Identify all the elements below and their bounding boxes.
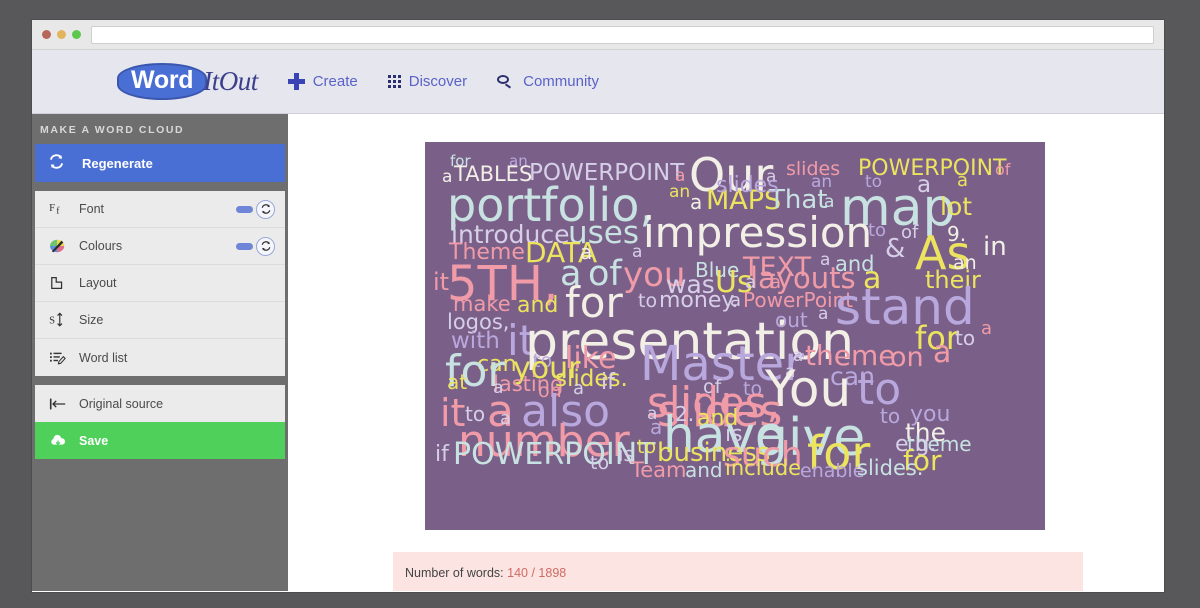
colours-controls: [236, 236, 275, 256]
layout-icon: [49, 275, 79, 291]
word-count-label: Number of words:: [405, 566, 504, 580]
save-button[interactable]: Save: [35, 422, 285, 459]
url-bar[interactable]: [91, 25, 1154, 44]
page-body: MAKE A WORD CLOUD Regenerate F f Font Co…: [32, 114, 1164, 591]
sidebar-title: MAKE A WORD CLOUD: [40, 124, 185, 136]
cloud-word: slides: [716, 173, 779, 198]
logo-word-text: Word: [117, 63, 208, 100]
nav-item-create[interactable]: Create: [287, 73, 358, 90]
info-panel: Number of words: 140 / 1898 The followin…: [393, 552, 1083, 591]
word-count-value: 140 / 1898: [507, 566, 567, 580]
sidebar-item-original-source[interactable]: Original source: [35, 385, 285, 422]
logo-itout-text: ItOut: [203, 66, 258, 96]
cloud-word: at: [447, 370, 468, 394]
cloud-word: money.: [659, 288, 739, 313]
close-window-button[interactable]: [42, 30, 51, 39]
sidebar-item-size[interactable]: S Size: [35, 302, 285, 339]
return-icon: [49, 397, 79, 411]
cloud-word: Team: [631, 458, 687, 482]
refresh-icon: [49, 154, 64, 172]
cloud-word: &: [885, 234, 906, 264]
sidebar-label-size: Size: [79, 313, 104, 327]
cloud-download-icon: [49, 434, 79, 448]
browser-titlebar: [32, 20, 1164, 50]
svg-text:F: F: [49, 203, 55, 214]
cloud-word: of: [995, 160, 1011, 179]
palette-icon: [49, 238, 79, 254]
plus-icon: [287, 73, 305, 90]
svg-text:S: S: [49, 316, 55, 327]
cloud-word: an: [953, 252, 977, 274]
colours-refresh-icon[interactable]: [256, 236, 275, 256]
nav-label-discover: Discover: [408, 73, 468, 90]
grid-icon: [387, 75, 401, 88]
font-controls: [236, 199, 275, 219]
sidebar-label-font: Font: [79, 202, 105, 216]
regenerate-label: Regenerate: [82, 155, 153, 171]
sidebar-item-word-list[interactable]: Word list: [35, 339, 285, 376]
cloud-word: a: [650, 415, 663, 439]
cloud-word: a: [981, 318, 993, 339]
font-toggle[interactable]: [236, 205, 253, 213]
cloud-word: out: [775, 308, 808, 332]
cloud-word: to: [880, 404, 901, 428]
cloud-word: a: [730, 290, 742, 311]
regenerate-button[interactable]: Regenerate: [35, 144, 285, 182]
sidebar-label-colours: Colours: [79, 239, 123, 253]
content-area: for an a TABLES POWERPOINT a Our a slides POWERPO…: [288, 114, 1164, 591]
nav-item-community[interactable]: Community: [497, 73, 599, 90]
cloud-word: and: [685, 458, 723, 482]
wordlist-icon: [49, 350, 79, 366]
save-label: Save: [79, 433, 109, 448]
sidebar-save-group: Original source Save: [35, 385, 285, 459]
cloud-word: to: [590, 452, 610, 474]
cloud-word: lot: [940, 192, 973, 221]
size-icon: S: [49, 312, 79, 328]
sidebar-label-word-list: Word list: [79, 350, 128, 365]
cloud-word: in: [983, 232, 1007, 262]
svg-text:f: f: [56, 205, 60, 216]
cloud-word: a: [818, 304, 829, 324]
colours-toggle[interactable]: [236, 242, 253, 250]
main-navigation: Create Discover Community: [287, 73, 599, 90]
browser-window: Word ItOut Create Discover Community MAK…: [32, 20, 1164, 592]
font-icon: F f: [49, 201, 79, 217]
cloud-word: a: [933, 335, 952, 370]
sidebar: MAKE A WORD CLOUD Regenerate F f Font Co…: [32, 114, 288, 591]
cloud-word: a: [957, 170, 969, 191]
nav-label-community: Community: [523, 73, 599, 90]
minimize-window-button[interactable]: [57, 30, 66, 39]
sidebar-item-layout[interactable]: Layout: [35, 265, 285, 302]
word-cloud-image[interactable]: for an a TABLES POWERPOINT a Our a slides POWERPO…: [425, 142, 1045, 530]
sidebar-options-group: F f Font Colours Layout S Size Word list: [35, 191, 285, 376]
screen: Word ItOut Create Discover Community MAK…: [0, 0, 1200, 608]
nav-item-discover[interactable]: Discover: [387, 73, 468, 90]
cloud-word: to: [637, 436, 657, 458]
chat-icon: [497, 74, 515, 89]
sidebar-label-original-source: Original source: [79, 396, 164, 411]
cloud-word: to: [868, 220, 887, 241]
sidebar-item-font[interactable]: F f Font: [35, 191, 285, 228]
sidebar-item-colours[interactable]: Colours: [35, 228, 285, 265]
cloud-word: an: [669, 182, 691, 202]
word-count-line: Number of words: 140 / 1898: [405, 566, 1083, 580]
font-refresh-icon[interactable]: [256, 199, 275, 219]
site-header: Word ItOut Create Discover Community: [32, 50, 1164, 114]
cloud-word: if: [435, 442, 449, 467]
maximize-window-button[interactable]: [72, 30, 81, 39]
worditout-logo[interactable]: Word ItOut: [117, 63, 258, 100]
cloud-word: enable: [800, 460, 865, 482]
nav-label-create: Create: [312, 73, 358, 90]
cloud-word: slides.: [857, 456, 924, 480]
cloud-word: impression: [643, 208, 873, 257]
cloud-word: to: [638, 290, 658, 312]
cloud-word: to: [955, 326, 976, 350]
cloud-word: an: [811, 172, 833, 192]
window-controls: [42, 30, 81, 39]
sidebar-label-layout: Layout: [79, 276, 117, 290]
cloud-word: include: [725, 456, 802, 480]
cloud-word: it: [433, 268, 450, 296]
